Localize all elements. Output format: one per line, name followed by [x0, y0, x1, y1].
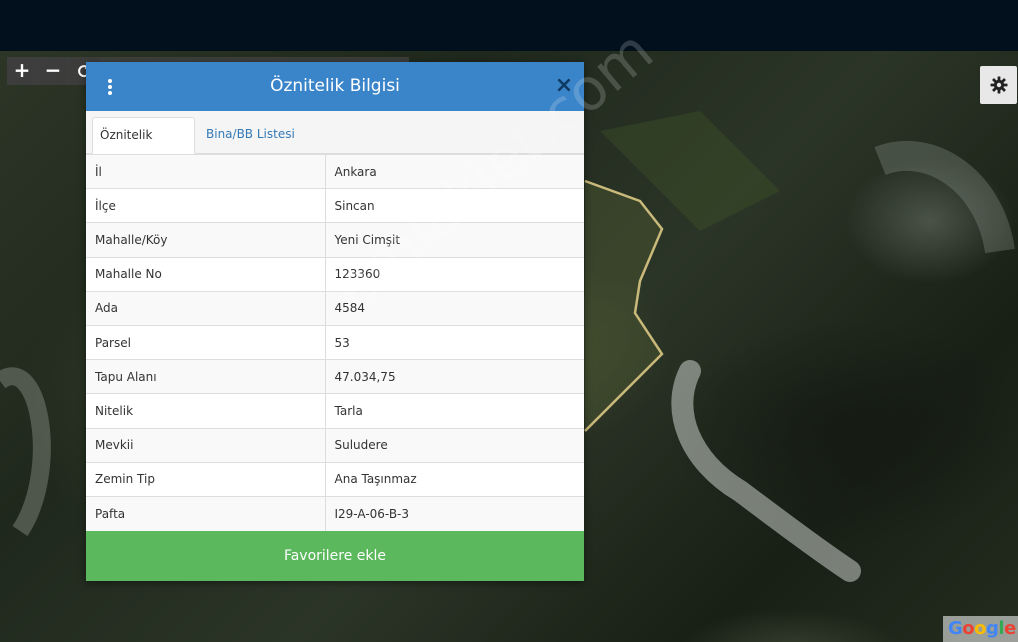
table-row: İl Ankara: [86, 153, 584, 189]
zoom-in-button[interactable]: +: [7, 57, 37, 85]
zoom-out-button[interactable]: −: [38, 57, 68, 85]
add-to-favorites-button[interactable]: Favorilere ekle: [86, 531, 584, 581]
attribute-value: 53: [325, 324, 584, 360]
attribute-value: Ankara: [325, 153, 584, 189]
table-row: Parsel 53: [86, 324, 584, 360]
tab-building-list[interactable]: Bina/BB Listesi: [199, 117, 302, 154]
attribute-value: Suludere: [325, 427, 584, 463]
attribute-value: Tarla: [325, 393, 584, 428]
attribute-key: Mahalle No: [86, 256, 326, 292]
gear-icon: [990, 76, 1007, 94]
kebab-menu-icon[interactable]: [104, 76, 116, 98]
attribute-key: Mevkii: [86, 427, 326, 463]
tab-attribute-info[interactable]: Öznitelik Bilgisi: [92, 117, 195, 176]
zoom-in-label: +: [13, 58, 31, 82]
attribute-key: Zemin Tip: [86, 461, 326, 497]
close-icon[interactable]: ×: [554, 75, 574, 97]
dialog-tabs: Öznitelik Bilgisi Bina/BB Listesi: [86, 111, 584, 176]
haze-patch: [874, 140, 1015, 254]
dialog-title: Öznitelik Bilgisi: [270, 76, 400, 96]
light-field-strip: [671, 360, 861, 582]
attribute-value: I29-A-06-B-3: [325, 495, 584, 531]
settings-button[interactable]: [980, 66, 1017, 104]
table-row: Nitelik Tarla: [86, 393, 584, 428]
table-row: Tapu Alanı 47.034,75: [86, 359, 584, 394]
attribute-key: Mahalle/Köy: [86, 222, 326, 258]
table-row: Pafta I29-A-06-B-3: [86, 495, 584, 531]
attribute-key: Pafta: [86, 495, 326, 531]
table-row: Zemin Tip Ana Taşınmaz: [86, 461, 584, 497]
top-bar: [0, 0, 1018, 51]
table-row: Mahalle No 123360: [86, 256, 584, 292]
road-left: [0, 367, 51, 536]
attribute-value: 4584: [325, 290, 584, 326]
attribute-info-dialog: Öznitelik Bilgisi × Öznitelik Bilgisi Bi…: [86, 62, 584, 581]
attribute-value: Sincan: [325, 188, 584, 223]
zoom-out-label: −: [44, 58, 62, 82]
attribute-key: İlçe: [86, 188, 326, 223]
google-attribution-logo: Google: [943, 616, 1018, 642]
attribute-table: İl Ankara İlçe Sincan Mahalle/Köy Yeni Cimşit…: [86, 153, 584, 531]
table-row: Mahalle/Köy Yeni Cimşit: [86, 222, 584, 258]
parcel-boundary[interactable]: [584, 179, 664, 432]
attribute-key: Parsel: [86, 324, 326, 360]
table-row: Ada 4584: [86, 290, 584, 326]
attribute-value: Ana Taşınmaz: [325, 461, 584, 497]
attribute-value: 123360: [325, 256, 584, 292]
dialog-header: Öznitelik Bilgisi ×: [86, 62, 584, 111]
attribute-key: Nitelik: [86, 393, 326, 428]
attribute-key: İl: [86, 153, 326, 189]
attribute-key: Ada: [86, 290, 326, 326]
attribute-value: 47.034,75: [325, 359, 584, 394]
attribute-key: Tapu Alanı: [86, 359, 326, 394]
table-row: Mevkii Suludere: [86, 427, 584, 463]
attribute-value: Yeni Cimşit: [325, 222, 584, 258]
table-row: İlçe Sincan: [86, 188, 584, 223]
